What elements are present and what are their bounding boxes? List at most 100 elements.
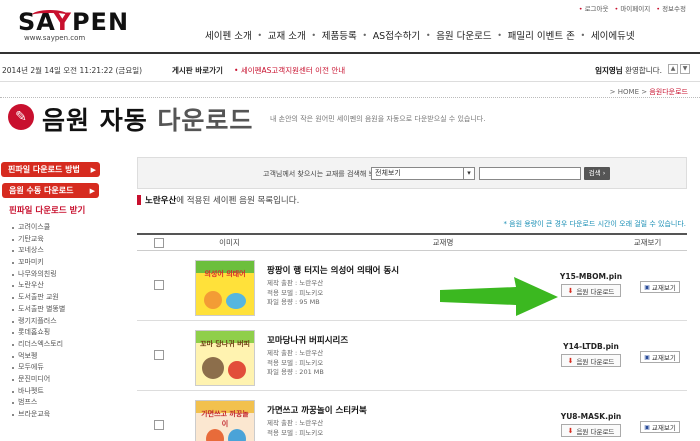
nav-separator: • bbox=[425, 30, 431, 40]
book-title[interactable]: 꼬마당나귀 버피시리즈 bbox=[267, 334, 348, 346]
download-icon: ⬇ bbox=[567, 356, 574, 365]
search-category-select[interactable]: 전체보기 ▾ bbox=[371, 167, 475, 180]
bulletin-scroll-buttons: ▲ ▼ bbox=[668, 64, 690, 74]
publisher-item[interactable]: 바나펫트 bbox=[12, 386, 110, 398]
publisher-item[interactable]: 문진미디어 bbox=[12, 374, 110, 386]
nav-item-product-registration[interactable]: 제품등록 bbox=[322, 28, 357, 42]
table-header: 이미지 교재명 교재보기 bbox=[137, 233, 687, 251]
publisher-item[interactable]: 도서출판 별똥별 bbox=[12, 304, 110, 316]
publisher-item[interactable]: 고려이스쿨 bbox=[12, 222, 110, 234]
download-icon: ⬇ bbox=[567, 426, 574, 435]
nav-divider bbox=[0, 52, 700, 54]
breadcrumb-sep: > bbox=[609, 88, 616, 96]
audio-download-button[interactable]: ⬇ 음원 다운로드 bbox=[561, 284, 621, 297]
nav-separator: • bbox=[497, 30, 503, 40]
table-row: 가면쓰고 까꿍놀이 가면쓰고 까꿍놀이 스티커북 제작 출판 : 노란우산 적용… bbox=[137, 391, 687, 441]
breadcrumb-home[interactable]: HOME bbox=[618, 88, 639, 96]
bulletin-link[interactable]: • 세이펜AS고객지원센터 이전 안내 bbox=[234, 65, 345, 76]
row-checkbox[interactable] bbox=[154, 350, 164, 360]
bulletin-label: 게시판 바로가기 bbox=[172, 66, 223, 75]
table-row: 의성어 의태어 팡팡이 행 터지는 의성어 의태어 동시 제작 출판 : 노란우… bbox=[137, 251, 687, 321]
nav-item-family-event[interactable]: 패밀리 이벤트 존 bbox=[508, 28, 575, 42]
mypage-link[interactable]: • 마이페이지 bbox=[614, 3, 650, 13]
logout-link[interactable]: • 로그아웃 bbox=[579, 3, 609, 13]
book-icon: ▣ bbox=[644, 353, 650, 361]
arrow-right-icon: ▶ bbox=[89, 186, 95, 195]
pin-filename: YU8-MASK.pin bbox=[560, 412, 622, 421]
manual-download-button[interactable]: 음원 수동 다운로드 ▶ bbox=[2, 183, 99, 198]
book-meta: 제작 출판 : 노란우산 적용 모델 : 피노키오 bbox=[267, 419, 324, 437]
publisher-item[interactable]: 노란우산 bbox=[12, 280, 110, 292]
publisher-list: 고려이스쿨 기탄교육 꼬네상스 꼬마미키 나무와의친링 노란우산 도서출판 교원… bbox=[12, 222, 110, 421]
publisher-item[interactable]: 랭기지플러스 bbox=[12, 316, 110, 328]
breadcrumb: > HOME > 음원다운로드 bbox=[610, 87, 688, 97]
nav-separator: • bbox=[580, 30, 586, 40]
info-bar: 2014년 2월 14일 오전 11:21:22 (금요일) 게시판 바로가기 … bbox=[0, 60, 700, 82]
book-title[interactable]: 가면쓰고 까꿍놀이 스티커북 bbox=[267, 404, 367, 416]
book-title[interactable]: 팡팡이 행 터지는 의성어 의태어 동시 bbox=[267, 264, 399, 276]
pin-filename: Y14-LTDB.pin bbox=[563, 342, 619, 351]
breadcrumb-sep: > bbox=[641, 88, 648, 96]
list-heading: 노란우산 에 적용된 세이펜 음원 목록입니다. bbox=[137, 194, 299, 206]
page-title: 음원 자동 다운로드 bbox=[42, 106, 254, 135]
book-icon: ▣ bbox=[644, 283, 650, 291]
publisher-item[interactable]: 브라운교육 bbox=[12, 409, 110, 421]
nav-separator: • bbox=[311, 30, 317, 40]
nav-item-textbooks[interactable]: 교재 소개 bbox=[268, 28, 306, 42]
select-all-checkbox[interactable] bbox=[154, 237, 164, 248]
saypen-logo[interactable]: SAYPEN www.saypen.com bbox=[18, 10, 128, 46]
nav-separator: • bbox=[257, 30, 263, 40]
nav-item-about[interactable]: 세이펜 소개 bbox=[205, 28, 252, 42]
book-meta: 제작 출판 : 노란우산 적용 모델 : 피노키오 파일 용량 : 201 MB bbox=[267, 349, 324, 376]
scroll-up-icon[interactable]: ▲ bbox=[668, 64, 678, 74]
top-links: • 로그아웃 • 마이페이지 • 정보수정 bbox=[579, 3, 686, 13]
row-checkbox[interactable] bbox=[154, 420, 164, 430]
publisher-item[interactable]: 먹보펭 bbox=[12, 351, 110, 363]
row-checkbox[interactable] bbox=[154, 280, 164, 290]
green-arrow-annotation bbox=[440, 277, 558, 316]
nav-item-sayedu[interactable]: 세이에듀넷 bbox=[591, 28, 635, 42]
publisher-item[interactable]: 꼬네상스 bbox=[12, 245, 110, 257]
table-row: 꼬마 당나귀 버피 꼬마당나귀 버피시리즈 제작 출판 : 노란우산 적용 모델… bbox=[137, 321, 687, 391]
view-book-button[interactable]: ▣ 교재보기 bbox=[640, 351, 680, 363]
view-book-button[interactable]: ▣ 교재보기 bbox=[640, 421, 680, 433]
welcome-message: 임지영님 환영합니다. bbox=[595, 66, 662, 75]
book-meta: 제작 출판 : 노란우산 적용 모델 : 피노키오 파일 용량 : 95 MB bbox=[267, 279, 324, 306]
audio-download-button[interactable]: ⬇ 음원 다운로드 bbox=[561, 354, 621, 367]
sidebar-heading: 핀파일 다운로드 받기 bbox=[9, 206, 86, 216]
current-datetime: 2014년 2월 14일 오전 11:21:22 (금요일) bbox=[2, 66, 143, 75]
breadcrumb-current: 음원다운로드 bbox=[649, 88, 688, 96]
chevron-down-icon: ▾ bbox=[463, 168, 474, 179]
column-image: 이미지 bbox=[219, 238, 240, 247]
download-notice: * 음원 용량이 큰 경우 다운로드 시간이 오래 걸릴 수 있습니다. bbox=[503, 220, 686, 228]
sidebar: 핀파일 다운로드 방법 ▶ 음원 수동 다운로드 ▶ 핀파일 다운로드 받기 고려이… bbox=[0, 162, 110, 421]
publisher-item[interactable]: 리더스엑스토리 bbox=[12, 339, 110, 351]
nav-item-audio-download[interactable]: 음원 다운로드 bbox=[436, 28, 491, 42]
arrow-right-icon: ▶ bbox=[90, 165, 96, 174]
pin-download-guide-button[interactable]: 핀파일 다운로드 방법 ▶ bbox=[1, 162, 100, 177]
scroll-down-icon[interactable]: ▼ bbox=[680, 64, 690, 74]
audio-download-button[interactable]: ⬇ 음원 다운로드 bbox=[561, 424, 621, 437]
pin-filename: Y15-MBOM.pin bbox=[559, 272, 623, 281]
publisher-item[interactable]: 범프스 bbox=[12, 397, 110, 409]
publisher-item[interactable]: 기탄교육 bbox=[12, 234, 110, 246]
heading-marker bbox=[137, 195, 141, 205]
logo-swoosh bbox=[32, 10, 68, 20]
publisher-item[interactable]: 나무와의친링 bbox=[12, 269, 110, 281]
book-cover-image[interactable]: 꼬마 당나귀 버피 bbox=[195, 330, 255, 386]
publisher-item[interactable]: 도서출판 교원 bbox=[12, 292, 110, 304]
page-description: 내 손안의 작은 원어민 세이펜의 음원을 자동으로 다운받으실 수 있습니다. bbox=[270, 115, 486, 123]
search-input[interactable] bbox=[479, 167, 581, 180]
download-icon: ⬇ bbox=[567, 286, 574, 295]
nav-separator: • bbox=[362, 30, 368, 40]
publisher-item[interactable]: 모두에듀 bbox=[12, 362, 110, 374]
view-book-button[interactable]: ▣ 교재보기 bbox=[640, 281, 680, 293]
publisher-item[interactable]: 꼬마미키 bbox=[12, 257, 110, 269]
edit-profile-link[interactable]: • 정보수정 bbox=[656, 3, 686, 13]
search-box: 고객님께서 찾으시는 교재를 검색해 보세요. 전체보기 ▾ 검색 › bbox=[137, 157, 687, 189]
book-cover-image[interactable]: 가면쓰고 까꿍놀이 bbox=[195, 400, 255, 441]
search-button[interactable]: 검색 › bbox=[584, 167, 610, 180]
publisher-item[interactable]: 롯데홈쇼핑 bbox=[12, 327, 110, 339]
nav-item-as-request[interactable]: AS접수하기 bbox=[373, 28, 421, 42]
book-cover-image[interactable]: 의성어 의태어 bbox=[195, 260, 255, 316]
